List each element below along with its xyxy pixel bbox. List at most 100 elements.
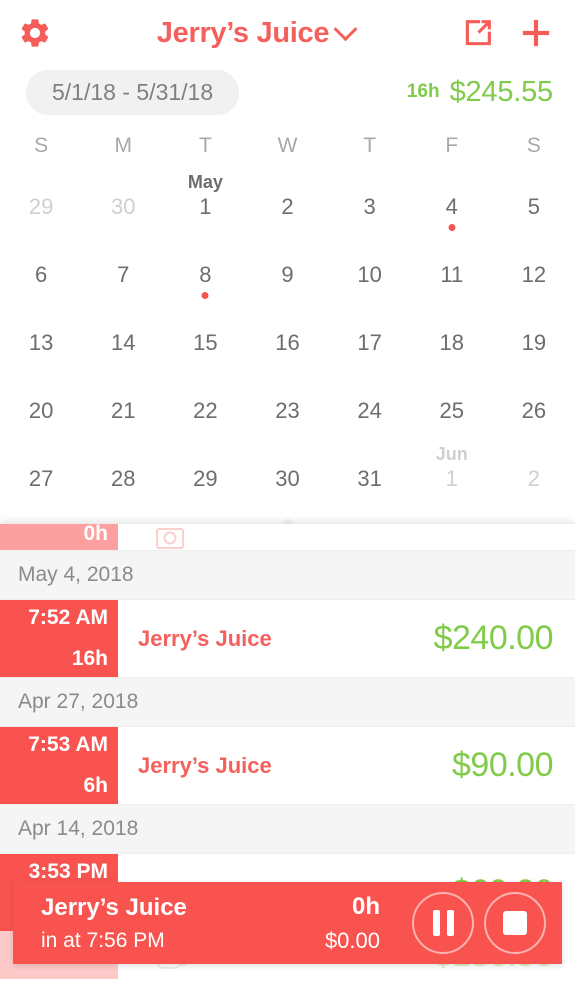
calendar-day-cell[interactable]: 29 <box>0 172 82 240</box>
calendar-day-cell[interactable]: 16 <box>246 308 328 376</box>
running-timer-bar[interactable]: Jerry’s Juice in at 7:56 PM 0h $0.00 <box>13 882 562 964</box>
calendar-week-row: 13 14 15 16 17 18 19 <box>0 308 575 376</box>
calendar-day-number: 4 <box>446 194 458 219</box>
calendar-day-cell[interactable]: 2 <box>493 444 575 512</box>
calendar-day-cell[interactable]: 18 <box>411 308 493 376</box>
calendar-weekday-label: T <box>164 130 246 172</box>
entry-amount: $90.00 <box>452 727 575 804</box>
calendar-month-label: May <box>164 172 246 193</box>
entries-container: May 4, 20187:52 AM16hJerry’s Juice$240.0… <box>0 550 575 931</box>
calendar-day-cell[interactable]: 9 <box>246 240 328 308</box>
export-icon[interactable] <box>461 16 495 50</box>
calendar-day-cell[interactable]: 25 <box>411 376 493 444</box>
table-row[interactable]: 7:52 AM16hJerry’s Juice$240.00 <box>0 600 575 677</box>
calendar-day-number: 22 <box>193 398 217 423</box>
top-bar-actions <box>439 12 557 54</box>
calendar-day-cell[interactable]: 23 <box>246 376 328 444</box>
settings-button[interactable] <box>18 16 72 50</box>
calendar-day-number: 19 <box>522 330 546 355</box>
calendar-day-cell[interactable]: 28 <box>82 444 164 512</box>
entry-start-time: 3:53 PM <box>29 860 108 884</box>
calendar-day-cell[interactable]: 8 <box>164 240 246 308</box>
calendar-day-cell[interactable]: 22 <box>164 376 246 444</box>
calendar-day-cell[interactable]: 3 <box>329 172 411 240</box>
list-item[interactable]: 0h <box>0 524 575 550</box>
calendar-day-cell[interactable]: 21 <box>82 376 164 444</box>
calendar-day-cell[interactable]: 26 <box>493 376 575 444</box>
calendar-day-number: 13 <box>29 330 53 355</box>
pause-icon <box>433 910 454 936</box>
stop-icon <box>503 911 527 935</box>
timer-clock-in: in at 7:56 PM <box>41 929 187 953</box>
calendar-day-number: 29 <box>29 194 53 219</box>
pause-button[interactable] <box>412 892 474 954</box>
calendar-day-cell[interactable]: 12 <box>493 240 575 308</box>
calendar-day-cell[interactable]: 20 <box>0 376 82 444</box>
summary-bar: 5/1/18 - 5/31/18 16h $245.55 <box>0 66 575 118</box>
calendar-day-number: 9 <box>281 262 293 287</box>
calendar-day-cell[interactable]: 6 <box>0 240 82 308</box>
entry-project-name: Jerry’s Juice <box>138 753 272 779</box>
calendar-day-cell[interactable]: 7 <box>82 240 164 308</box>
calendar-day-number: 30 <box>111 194 135 219</box>
calendar-day-number: 11 <box>440 262 463 287</box>
calendar-day-cell[interactable]: 5 <box>493 172 575 240</box>
calendar-day-cell[interactable]: 30 <box>82 172 164 240</box>
plus-icon[interactable] <box>515 12 557 54</box>
summary-amount: $245.55 <box>450 76 553 109</box>
calendar-day-number: 29 <box>193 466 217 491</box>
timer-amount: $0.00 <box>325 928 380 954</box>
calendar: SMTWTFS 2930May1234567891011121314151617… <box>0 118 575 550</box>
calendar-day-number: 7 <box>117 262 129 287</box>
calendar-day-cell[interactable]: 10 <box>329 240 411 308</box>
date-range-selector[interactable]: 5/1/18 - 5/31/18 <box>26 70 239 115</box>
calendar-week-row: 27 28 29 30 31Jun1 2 <box>0 444 575 512</box>
calendar-day-cell[interactable]: 30 <box>246 444 328 512</box>
calendar-day-number: 16 <box>275 330 299 355</box>
calendar-event-dot <box>448 224 455 231</box>
entry-details <box>118 524 575 550</box>
gear-icon <box>18 16 52 50</box>
calendar-weeks: 2930May123456789101112131415161718192021… <box>0 172 575 512</box>
entry-date-header: Apr 14, 2018 <box>0 804 575 854</box>
timer-totals: 0h $0.00 <box>187 893 402 954</box>
calendar-day-number: 3 <box>364 194 376 219</box>
calendar-day-cell[interactable]: 31 <box>329 444 411 512</box>
calendar-day-cell[interactable]: 2 <box>246 172 328 240</box>
entry-hours: 16h <box>72 647 108 671</box>
calendar-day-cell[interactable]: Jun1 <box>411 444 493 512</box>
entry-hours: 0h <box>83 524 108 546</box>
calendar-event-dot <box>202 292 209 299</box>
calendar-day-cell[interactable]: 17 <box>329 308 411 376</box>
timer-project-name: Jerry’s Juice <box>41 894 187 922</box>
calendar-day-cell[interactable]: 4 <box>411 172 493 240</box>
summary-hours: 16h <box>407 81 440 103</box>
calendar-day-cell[interactable]: 11 <box>411 240 493 308</box>
calendar-day-number: 1 <box>199 194 211 219</box>
calendar-day-number: 18 <box>440 330 464 355</box>
calendar-weekday-label: S <box>493 130 575 172</box>
calendar-day-cell[interactable]: 14 <box>82 308 164 376</box>
calendar-day-number: 17 <box>357 330 381 355</box>
calendar-day-number: 21 <box>111 398 135 423</box>
calendar-day-cell[interactable]: 29 <box>164 444 246 512</box>
table-row[interactable]: 7:53 AM6hJerry’s Juice$90.00 <box>0 727 575 804</box>
timer-hours: 0h <box>352 893 380 921</box>
entry-date-header: May 4, 2018 <box>0 550 575 600</box>
calendar-day-number: 30 <box>275 466 299 491</box>
calendar-day-number: 14 <box>111 330 135 355</box>
calendar-day-number: 27 <box>29 466 53 491</box>
calendar-day-number: 2 <box>528 466 540 491</box>
stop-button[interactable] <box>484 892 546 954</box>
calendar-day-cell[interactable]: 13 <box>0 308 82 376</box>
calendar-day-cell[interactable]: May1 <box>164 172 246 240</box>
entry-details: Jerry’s Juice <box>118 727 452 804</box>
entry-start-time: 7:53 AM <box>28 733 108 757</box>
calendar-week-row: 20 21 22 23242526 <box>0 376 575 444</box>
calendar-weekday-label: F <box>411 130 493 172</box>
project-selector[interactable]: Jerry’s Juice <box>72 17 439 50</box>
calendar-day-cell[interactable]: 19 <box>493 308 575 376</box>
calendar-day-cell[interactable]: 24 <box>329 376 411 444</box>
calendar-day-cell[interactable]: 27 <box>0 444 82 512</box>
calendar-day-cell[interactable]: 15 <box>164 308 246 376</box>
